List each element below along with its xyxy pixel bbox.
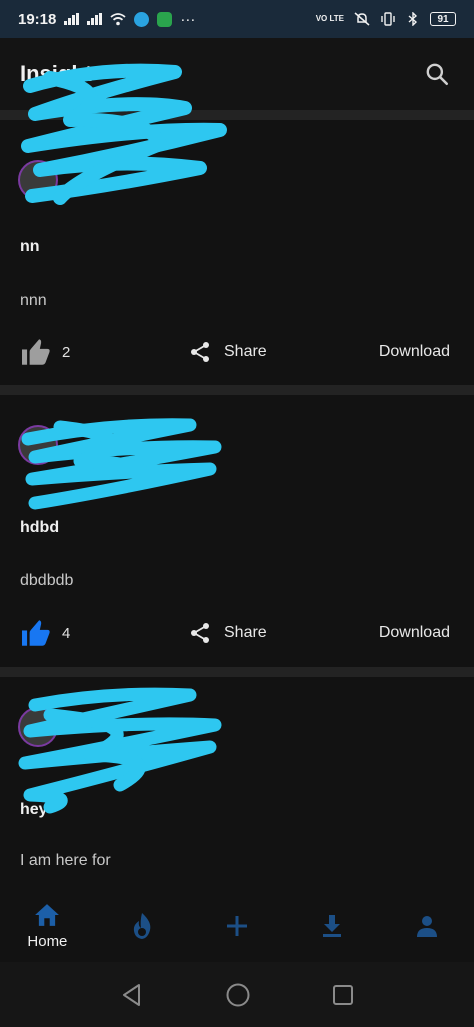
recents-icon[interactable] <box>332 984 354 1006</box>
post-body: nnn <box>20 292 47 309</box>
post-title: hdbd <box>20 519 60 536</box>
search-icon <box>426 63 449 86</box>
thumbs-up-icon <box>22 339 50 365</box>
post-actions: 2 Share Download <box>0 332 474 372</box>
volte-label: VO LTE <box>315 14 344 23</box>
download-button[interactable]: Download <box>379 332 450 372</box>
bottom-navigation: Home <box>0 890 474 962</box>
post-card: nn nnn 2 Share Download <box>0 63 474 385</box>
mute-icon <box>354 12 370 26</box>
battery-icon: 91 <box>430 12 456 26</box>
flame-icon <box>134 913 151 939</box>
status-time: 19:18 <box>18 10 57 28</box>
telegram-icon <box>134 11 150 27</box>
redaction-scribble <box>21 63 227 205</box>
plus-icon <box>226 916 247 936</box>
like-button[interactable]: 2 <box>20 332 70 372</box>
back-icon[interactable] <box>120 983 144 1007</box>
home-icon <box>35 903 60 926</box>
nav-profile[interactable] <box>379 890 474 962</box>
like-button[interactable]: 4 <box>20 613 70 653</box>
status-bar: 19:18 ··· VO LTE 91 <box>0 0 474 38</box>
share-icon <box>191 623 209 643</box>
download-icon <box>322 915 341 937</box>
post-card: hey I am here for <box>0 677 474 890</box>
nav-home-label: Home <box>27 932 68 950</box>
app-notification-icon <box>157 11 173 27</box>
status-left: 19:18 ··· <box>18 11 195 28</box>
divider <box>0 667 474 677</box>
bluetooth-icon <box>408 12 418 26</box>
person-icon <box>416 916 437 937</box>
nav-create[interactable] <box>190 890 285 962</box>
signal-icon-2 <box>87 13 103 25</box>
thumbs-up-icon <box>22 620 50 646</box>
like-count: 2 <box>62 343 71 361</box>
share-label: Share <box>224 343 267 360</box>
nav-home[interactable]: Home <box>0 890 95 962</box>
share-button[interactable]: Share <box>188 613 267 653</box>
share-label: Share <box>224 624 267 641</box>
post-card: hdbd dbdbdb 4 Share Download <box>0 395 474 667</box>
post-actions: 4 Share Download <box>0 613 474 653</box>
post-body: I am here for <box>20 852 111 869</box>
divider <box>0 385 474 395</box>
system-navigation-bar <box>0 962 474 1027</box>
nav-downloads[interactable] <box>284 890 379 962</box>
post-body: dbdbdb <box>20 572 74 589</box>
redaction-scribble <box>21 418 222 510</box>
more-notifications: ··· <box>180 10 196 28</box>
signal-icon <box>64 13 80 25</box>
share-icon <box>191 342 209 362</box>
nav-trending[interactable] <box>95 890 190 962</box>
redaction-scribble <box>18 687 222 814</box>
status-right: VO LTE 91 <box>316 12 456 26</box>
post-title: nn <box>20 238 40 255</box>
vibrate-icon <box>381 12 395 26</box>
wifi-icon <box>110 12 126 25</box>
download-button[interactable]: Download <box>379 613 450 653</box>
home-button-icon[interactable] <box>225 982 251 1008</box>
search-button[interactable] <box>420 57 454 91</box>
like-count: 4 <box>62 624 71 642</box>
share-button[interactable]: Share <box>188 332 267 372</box>
